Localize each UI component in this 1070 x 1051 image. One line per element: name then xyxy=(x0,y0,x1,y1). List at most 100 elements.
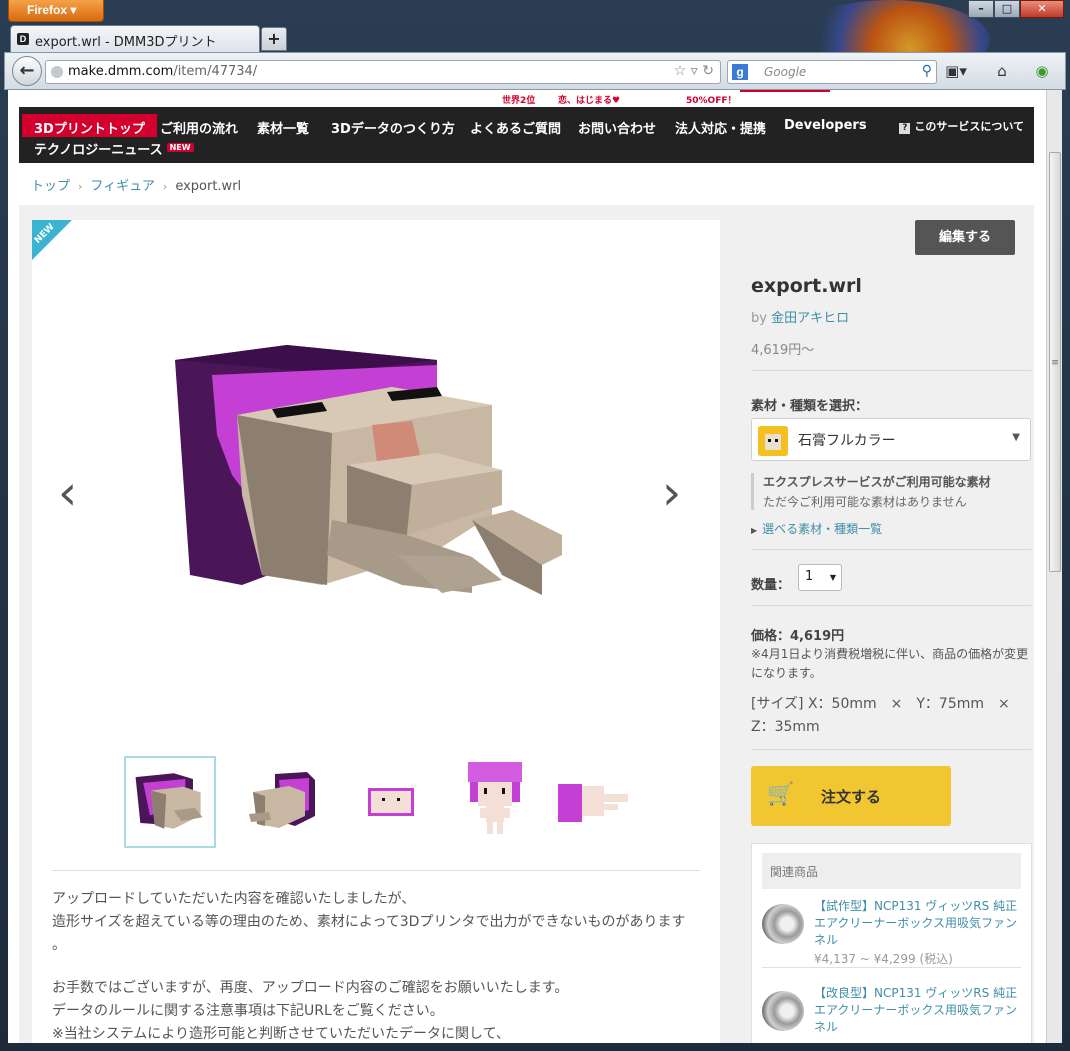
breadcrumb-category[interactable]: フィギュア xyxy=(90,179,154,194)
url-host: make.dmm.com xyxy=(68,64,174,79)
addon-icon[interactable]: ◉ xyxy=(1031,62,1053,82)
prev-image-arrow-icon[interactable]: ‹ xyxy=(58,465,77,521)
home-icon[interactable]: ⌂ xyxy=(991,62,1013,82)
size-info: [サイズ] X：50mm × Y：75mm × Z：35mm xyxy=(751,693,1033,739)
chevron-down-icon: ▼ xyxy=(1012,432,1020,443)
author-prefix: by xyxy=(751,311,767,326)
description-line: データのルールに関する注意事項は下記URLをご覧ください。 xyxy=(52,1003,444,1019)
material-label: 素材・種類を選択： xyxy=(751,399,869,414)
model-viewer: NEW ‹ › アップロードしていただいた内容を確認いたしましたが、 造形サイズ… xyxy=(32,220,720,1043)
description-line: 造形サイズを超えている等の理由のため、素材によって3Dプリンタで出力ができないも… xyxy=(52,914,686,930)
minimize-button[interactable]: – xyxy=(968,0,994,18)
google-icon[interactable]: g xyxy=(732,64,748,80)
nav-item-3dprint-top[interactable]: 3Dプリントトップ xyxy=(22,114,157,137)
new-tab-button[interactable]: + xyxy=(261,27,287,51)
price-note: ※4月1日より消費税増税に伴い、商品の価格が変更になります。 xyxy=(751,647,1029,680)
description-line: お手数ではございますが、再度、アップロード内容のご確認をお願いいたします。 xyxy=(52,980,569,996)
quantity-value: 1 xyxy=(805,569,814,584)
model-render-image xyxy=(175,345,562,595)
next-image-arrow-icon[interactable]: › xyxy=(662,465,681,521)
site-navigation: 3Dプリントトップ ご利用の流れ 素材一覧 3Dデータのつくり方 よくあるご質問… xyxy=(19,107,1034,163)
breadcrumb-separator: › xyxy=(162,180,168,193)
express-title: エクスプレスサービスがご利用可能な素材 xyxy=(763,475,991,489)
related-item-price: ¥4,137 ~ ¥4,299 (税込) xyxy=(814,952,953,966)
nav-item-materials[interactable]: 素材一覧 xyxy=(257,114,309,137)
promo-underline xyxy=(740,90,830,92)
divider xyxy=(751,605,1031,606)
thumbnail-4[interactable] xyxy=(450,756,542,848)
tech-news-label: テクノロジーニュース xyxy=(34,143,163,158)
related-divider xyxy=(762,967,1021,968)
nav-item-business[interactable]: 法人対応・提携 xyxy=(675,114,766,137)
maximize-button[interactable]: □ xyxy=(994,0,1020,18)
divider xyxy=(751,549,1031,550)
order-label: 注文する xyxy=(821,788,882,806)
thumbnail-2[interactable] xyxy=(235,756,327,848)
breadcrumb-separator: › xyxy=(78,180,83,193)
navigation-toolbar: ← make.dmm.com/item/47734/ ☆ ▿ ↻ g Googl… xyxy=(4,52,1066,90)
nav-item-contact[interactable]: お問い合わせ xyxy=(578,114,656,137)
description-line: ※当社システムにより造形可能と判断させていただいたデータに関して、 xyxy=(52,1026,510,1042)
thumbnail-1[interactable] xyxy=(124,756,216,848)
price-label: 価格：4,619円 xyxy=(751,629,845,644)
bookmarks-menu-icon[interactable]: ▣▾ xyxy=(945,62,967,82)
about-service-link[interactable]: ? このサービスについて xyxy=(899,118,1024,134)
url-bar-actions: ☆ ▿ ↻ xyxy=(674,63,714,79)
material-selected: 石膏フルカラー xyxy=(798,433,896,449)
promo-item[interactable]: 世界2位 xyxy=(502,93,535,106)
bookmark-star-icon[interactable]: ☆ xyxy=(674,63,687,79)
promo-item[interactable]: 恋、はじまる♥ xyxy=(558,93,620,106)
dropdown-icon[interactable]: ▿ xyxy=(691,63,698,79)
promo-item[interactable]: 50%OFF！ xyxy=(686,93,737,106)
related-item-name[interactable]: 【試作型】NCP131 ヴィッツRS 純正エアクリーナーボックス用吸気ファンネル xyxy=(814,898,1020,949)
firefox-menu-button[interactable]: Firefox ▾ xyxy=(8,0,104,22)
url-bar[interactable]: make.dmm.com/item/47734/ ☆ ▿ ↻ xyxy=(45,60,721,84)
viewer-divider xyxy=(52,870,700,871)
material-select[interactable]: 石膏フルカラー ▼ xyxy=(751,418,1031,461)
browser-window: Firefox ▾ – □ ✕ D export.wrl - DMM3Dプリント… xyxy=(0,0,1070,1051)
help-icon: ? xyxy=(899,123,911,134)
globe-icon xyxy=(51,66,63,78)
new-badge: NEW xyxy=(166,143,194,152)
url-path: /item/47734/ xyxy=(173,64,258,79)
nav-item-faq[interactable]: よくあるご質問 xyxy=(470,114,561,137)
nav-item-tech-news[interactable]: テクノロジーニュース NEW xyxy=(34,139,194,158)
material-list-label: 選べる素材・種類一覧 xyxy=(762,522,883,536)
express-info: エクスプレスサービスがご利用可能な素材 ただ今ご利用可能な素材はありません xyxy=(751,473,991,510)
breadcrumb-current: export.wrl xyxy=(175,179,242,194)
nav-item-flow[interactable]: ご利用の流れ xyxy=(160,114,238,137)
quantity-label: 数量： xyxy=(751,578,791,593)
order-button[interactable]: 🛒 注文する xyxy=(751,766,951,826)
back-arrow-icon[interactable]: ← xyxy=(12,56,42,86)
reload-icon[interactable]: ↻ xyxy=(702,63,714,79)
nav-item-developers[interactable]: Developers xyxy=(784,114,867,137)
divider xyxy=(751,749,1031,750)
price-from: 4,619円〜 xyxy=(751,343,815,358)
search-icon[interactable]: ⚲ xyxy=(922,63,932,79)
description-line: アップロードしていただいた内容を確認いたしましたが、 xyxy=(52,891,416,907)
thumbnail-5[interactable] xyxy=(548,756,640,848)
page-scrollbar[interactable]: ≡ xyxy=(1046,90,1062,1043)
size-line: Z：35mm xyxy=(751,719,820,735)
dmm-favicon-icon: D xyxy=(17,33,29,45)
breadcrumb-top[interactable]: トップ xyxy=(31,179,70,194)
tab-title: export.wrl - DMM3Dプリント xyxy=(35,35,217,50)
quantity-select[interactable]: 1 ▼ xyxy=(798,564,842,591)
related-item-name[interactable]: 【改良型】NCP131 ヴィッツRS 純正エアクリーナーボックス用吸気ファンネル xyxy=(814,985,1020,1036)
description-line: 。 xyxy=(52,937,66,953)
funnel-image-icon xyxy=(762,904,804,944)
nav-item-data-howto[interactable]: 3Dデータのつくり方 xyxy=(331,114,455,137)
search-placeholder: Google xyxy=(764,65,807,79)
scrollbar-grip-icon: ≡ xyxy=(1051,358,1059,368)
close-button[interactable]: ✕ xyxy=(1020,0,1064,18)
about-service-label: このサービスについて xyxy=(914,120,1024,133)
thumbnail-3[interactable] xyxy=(346,756,438,848)
size-line: [サイズ] X：50mm × Y：75mm × xyxy=(751,696,1010,712)
edit-button[interactable]: 編集する xyxy=(915,220,1015,255)
browser-tab[interactable]: D export.wrl - DMM3Dプリント xyxy=(10,25,260,52)
material-list-link[interactable]: ▶ 選べる素材・種類一覧 xyxy=(751,520,882,537)
description: アップロードしていただいた内容を確認いたしましたが、造形サイズを超えている等の理… xyxy=(52,888,702,1043)
material-thumbnail-icon xyxy=(758,426,788,456)
author-link[interactable]: 金田アキヒロ xyxy=(771,311,849,326)
search-bar[interactable]: g Google ⚲ xyxy=(727,60,937,84)
